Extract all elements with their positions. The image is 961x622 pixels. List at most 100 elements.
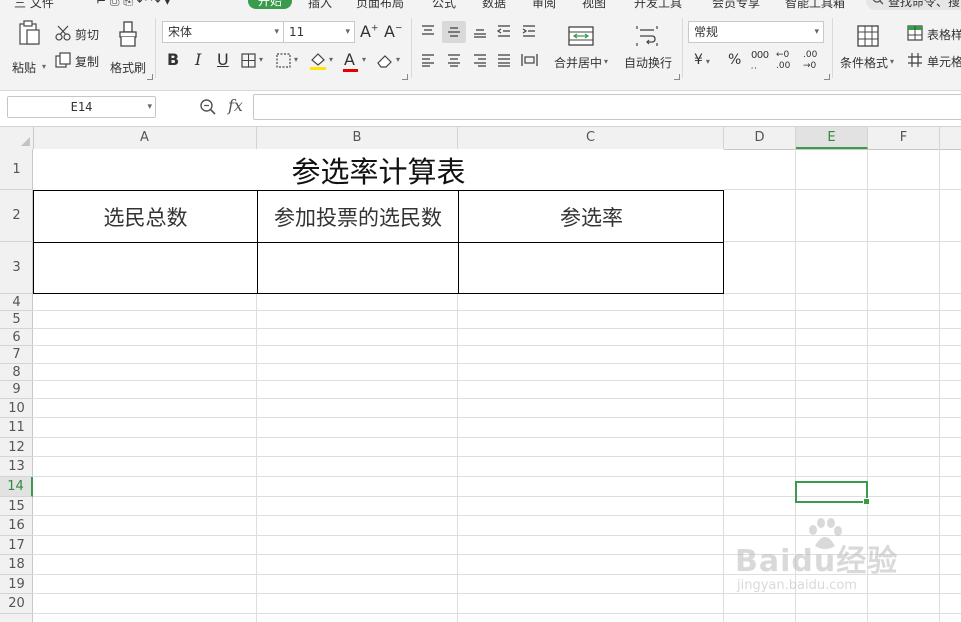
number-format-select[interactable]: 常规 ▾ xyxy=(688,21,824,43)
table-style-button[interactable]: 表格样 xyxy=(905,24,961,44)
row-header-16[interactable]: 16 xyxy=(0,516,33,536)
column-header-c[interactable]: C xyxy=(458,127,724,149)
name-box[interactable]: E14 ▾ xyxy=(7,96,156,118)
align-right-icon[interactable] xyxy=(472,53,488,67)
row-gridline xyxy=(33,515,961,516)
row-header-5[interactable]: 5 xyxy=(0,311,33,329)
quick-access-toolbar[interactable]: ⌐ ⎙ ⎘ ↶ ↷ ▾ xyxy=(96,0,170,9)
column-header-f[interactable]: F xyxy=(868,127,940,149)
paste-button[interactable]: 粘贴 ▾ xyxy=(8,18,48,80)
formula-input[interactable] xyxy=(253,94,961,120)
tab-smart-tools[interactable]: 智能工具箱 xyxy=(785,0,845,11)
cell-style-button[interactable]: 单元格 xyxy=(905,51,961,71)
align-left-icon[interactable] xyxy=(420,53,436,67)
format-painter-button[interactable]: 格式刷 xyxy=(108,18,150,80)
row-header-1[interactable]: 1 xyxy=(0,149,33,190)
decrease-indent-icon[interactable] xyxy=(496,24,512,38)
chevron-down-icon: ▾ xyxy=(274,27,279,37)
title-cell[interactable]: 参选率计算表 xyxy=(33,149,724,190)
active-cell-e14[interactable] xyxy=(795,481,870,505)
select-all-button[interactable] xyxy=(0,127,34,149)
row-header-12[interactable]: 12 xyxy=(0,438,33,457)
row-header-7[interactable]: 7 xyxy=(0,346,33,364)
command-search[interactable]: 查找命令、搜 xyxy=(866,0,961,10)
tab-developer[interactable]: 开发工具 xyxy=(634,0,682,11)
menu-file[interactable]: 三 文件 xyxy=(14,0,54,11)
font-size-select[interactable]: 11 ▾ xyxy=(283,21,355,43)
header-cell-voters-participated[interactable]: 参加投票的选民数 xyxy=(257,190,458,242)
increase-decimal-button[interactable]: ←0.00 xyxy=(776,50,790,72)
bold-button[interactable]: B xyxy=(167,50,179,69)
row-header-8[interactable]: 8 xyxy=(0,364,33,381)
column-header-a[interactable]: A xyxy=(33,127,257,149)
decrease-font-size-button[interactable]: A− xyxy=(384,22,403,41)
justify-icon[interactable] xyxy=(496,53,512,67)
column-header-e[interactable]: E xyxy=(796,127,868,149)
number-dialog-launcher[interactable] xyxy=(824,74,830,80)
zoom-icon[interactable] xyxy=(199,98,217,116)
row-header-6[interactable]: 6 xyxy=(0,329,33,346)
value-cell-turnout-rate[interactable] xyxy=(458,242,724,294)
clear-format-button[interactable]: ▾ xyxy=(376,52,404,70)
cell-pattern-button[interactable]: ▾ xyxy=(276,52,304,70)
clipboard-dialog-launcher[interactable] xyxy=(147,74,153,80)
paste-dropdown-icon[interactable]: ▾ xyxy=(42,62,46,71)
row-header-2[interactable]: 2 xyxy=(0,190,33,242)
tab-home[interactable]: 开始 xyxy=(248,0,292,9)
row-header-3[interactable]: 3 xyxy=(0,242,33,294)
align-center-icon[interactable] xyxy=(446,53,462,67)
underline-button[interactable]: U xyxy=(217,50,229,69)
conditional-format-button[interactable]: 条件格式 ▾ xyxy=(838,20,900,78)
borders-button[interactable]: ▾ xyxy=(241,52,269,70)
tab-member[interactable]: 会员专享 xyxy=(712,0,760,11)
copy-button[interactable]: 复制 xyxy=(55,51,105,71)
increase-font-size-button[interactable]: A+ xyxy=(360,22,379,41)
column-gridline xyxy=(939,149,940,622)
tab-view[interactable]: 视图 xyxy=(582,0,606,11)
row-header-17[interactable]: 17 xyxy=(0,536,33,555)
row-header-18[interactable]: 18 xyxy=(0,555,33,575)
row-header-9[interactable]: 9 xyxy=(0,381,33,399)
merge-center-button[interactable]: 合并居中 ▾ xyxy=(550,20,614,78)
font-dialog-launcher[interactable] xyxy=(402,74,408,80)
align-top-icon[interactable] xyxy=(420,24,436,38)
fill-color-button[interactable]: ▾ xyxy=(309,52,337,72)
tab-data[interactable]: 数据 xyxy=(482,0,506,11)
font-name-select[interactable]: 宋体 ▾ xyxy=(162,21,284,43)
cut-button[interactable]: 剪切 xyxy=(55,24,105,44)
chevron-down-icon: ▾ xyxy=(814,27,819,37)
tab-formulas[interactable]: 公式 xyxy=(432,0,456,11)
wrap-text-button[interactable]: 自动换行 xyxy=(620,20,676,78)
alignment-dialog-launcher[interactable] xyxy=(674,74,680,80)
row-header-11[interactable]: 11 xyxy=(0,418,33,438)
align-middle-button[interactable] xyxy=(442,21,466,43)
value-cell-total-voters[interactable] xyxy=(33,242,257,294)
row-header-4[interactable]: 4 xyxy=(0,294,33,311)
decrease-decimal-button[interactable]: .00 →0 xyxy=(803,50,817,72)
align-bottom-icon[interactable] xyxy=(472,24,488,38)
row-header-19[interactable]: 19 xyxy=(0,575,33,594)
currency-button[interactable]: ¥ ▾ xyxy=(694,52,710,68)
italic-button[interactable]: I xyxy=(195,50,201,69)
tab-review[interactable]: 审阅 xyxy=(532,0,556,11)
row-header-15[interactable]: 15 xyxy=(0,497,33,516)
column-header-b[interactable]: B xyxy=(257,127,458,149)
insert-function-button[interactable]: fx xyxy=(228,96,243,115)
percent-button[interactable]: % xyxy=(728,52,741,68)
distribute-icon[interactable] xyxy=(521,53,538,67)
row-header-10[interactable]: 10 xyxy=(0,399,33,418)
header-cell-total-voters[interactable]: 选民总数 xyxy=(33,190,257,242)
tab-page-layout[interactable]: 页面布局 xyxy=(356,0,404,11)
row-header-20[interactable]: 20 xyxy=(0,594,33,614)
column-header-d[interactable]: D xyxy=(724,127,796,149)
tab-insert[interactable]: 插入 xyxy=(308,0,332,11)
row-header-14[interactable]: 14 xyxy=(0,477,33,497)
value-cell-voters-participated[interactable] xyxy=(257,242,458,294)
thousands-separator-button[interactable]: 000, , xyxy=(751,51,769,71)
header-cell-turnout-rate[interactable]: 参选率 xyxy=(458,190,724,242)
row-header-13[interactable]: 13 xyxy=(0,457,33,477)
increase-indent-icon[interactable] xyxy=(521,24,537,38)
font-color-button[interactable]: A ▾ xyxy=(342,50,370,72)
chevron-down-icon: ▾ xyxy=(396,55,401,64)
cell-area[interactable]: 参选率计算表 选民总数 参加投票的选民数 参选率 xyxy=(33,149,961,622)
